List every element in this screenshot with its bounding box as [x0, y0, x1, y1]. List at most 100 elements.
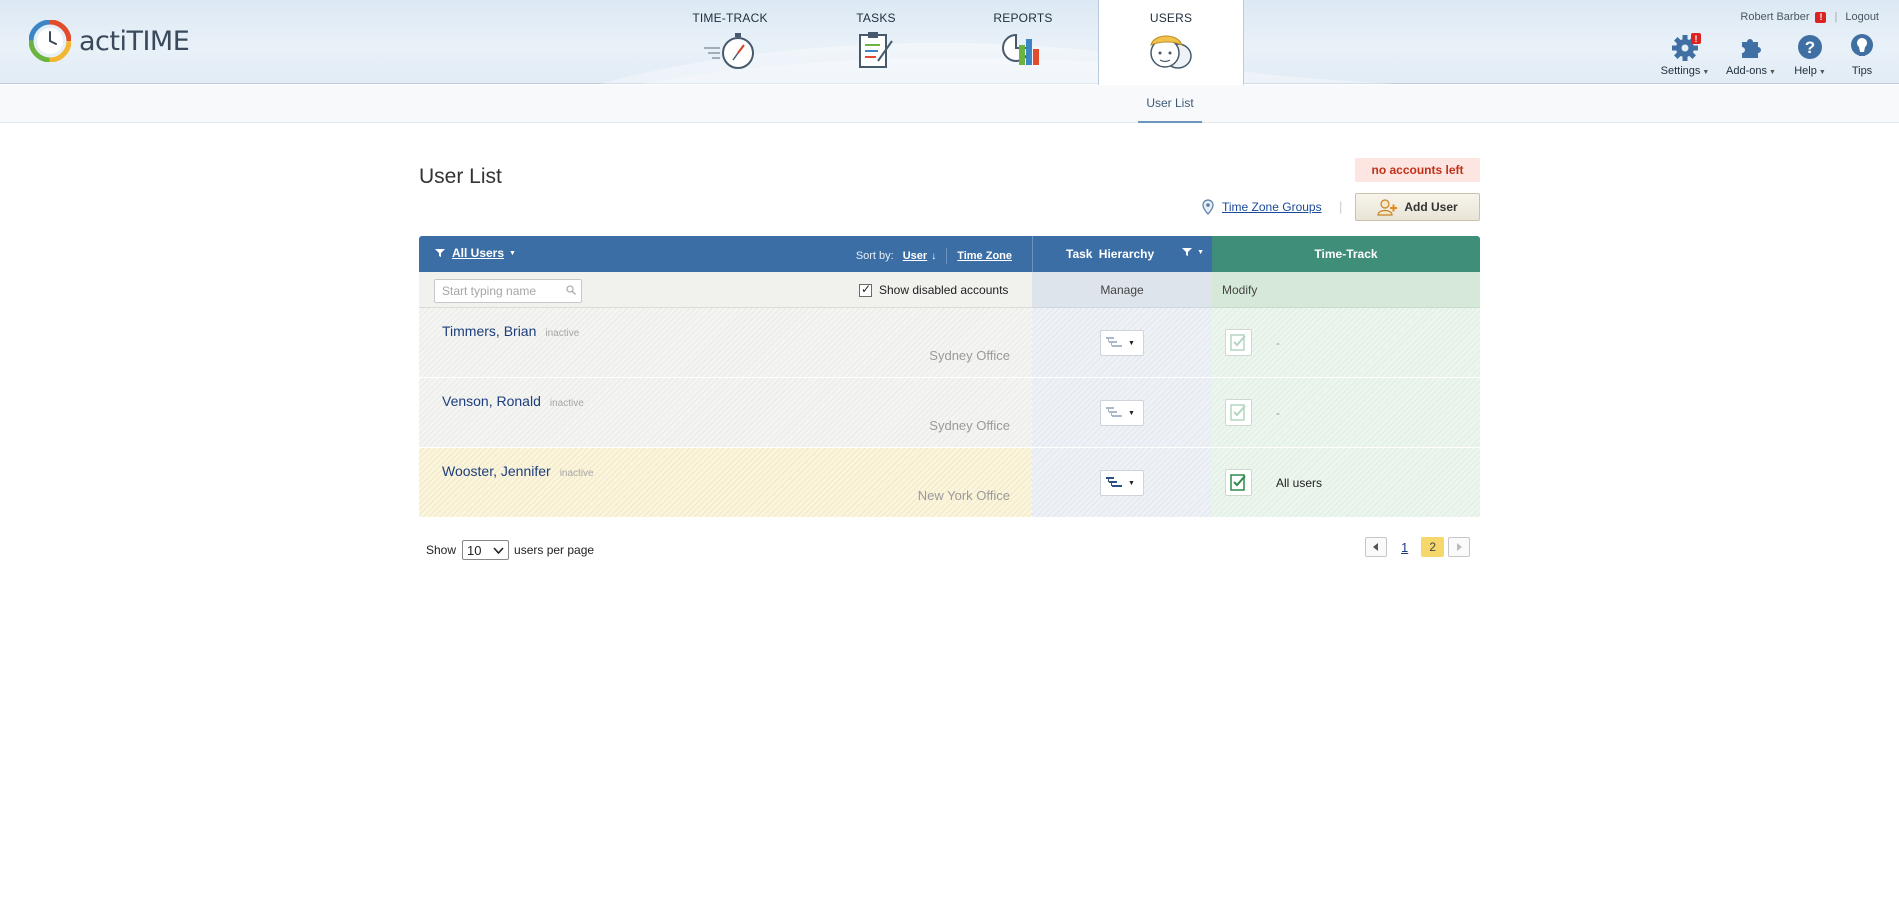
user-status: inactive	[559, 468, 594, 479]
subnav-user-list[interactable]: User List	[1138, 85, 1202, 123]
page-link[interactable]: 1	[1401, 540, 1408, 555]
addons-caret-icon: ▼	[1769, 69, 1776, 76]
sort-controls: Sort by: User ↓ Time Zone	[856, 248, 1012, 264]
per-page-suffix: users per page	[514, 543, 595, 557]
task-hierarchy-filter[interactable]: ▼	[1182, 247, 1204, 257]
previous-page-button[interactable]	[1365, 537, 1387, 557]
show-disabled-label[interactable]: Show disabled accounts	[879, 283, 1008, 297]
time-track-cell: All users	[1212, 448, 1480, 518]
task-hierarchy-header: Task Hierarchy ▼	[1032, 236, 1212, 272]
app-name: actiTIME	[79, 25, 190, 57]
actitime-logo[interactable]: actiTIME	[29, 20, 190, 62]
time-track-permission-button[interactable]	[1225, 329, 1252, 356]
tab-tasks[interactable]: TASKS	[826, 0, 926, 84]
filter-icon	[435, 249, 445, 257]
time-track-permission-button[interactable]	[1225, 399, 1252, 426]
per-page-select[interactable]: 10	[462, 540, 510, 560]
no-accounts-badge: no accounts left	[1355, 158, 1480, 182]
chevron-down-icon	[493, 546, 504, 554]
tips-button[interactable]: Tips	[1840, 32, 1884, 77]
modify-subheader: Modify	[1212, 272, 1480, 308]
show-disabled-checkbox[interactable]	[859, 282, 872, 297]
all-users-filter[interactable]: All Users ▼	[435, 246, 516, 260]
help-icon: ?	[1788, 32, 1832, 62]
chart-icon	[1002, 33, 1039, 65]
task-hierarchy-dropdown[interactable]: ▼	[1100, 330, 1144, 356]
logout-link[interactable]: Logout	[1845, 11, 1879, 23]
time-track-header: Time-Track	[1212, 236, 1480, 272]
manage-subheader: Manage	[1032, 272, 1212, 308]
all-users-caret-icon: ▼	[509, 249, 516, 257]
task-hierarchy-title: Task Hierarchy	[1066, 247, 1155, 261]
sort-descending-icon: ↓	[931, 250, 937, 262]
sort-by-label: Sort by:	[855, 250, 894, 262]
task-filter-caret-icon: ▼	[1197, 248, 1204, 256]
checklist-icon	[1230, 474, 1246, 491]
next-page-button[interactable]	[1448, 537, 1471, 557]
hierarchy-caret-icon: ▼	[1128, 339, 1135, 347]
toolbar-divider: |	[1339, 199, 1343, 214]
user-name-link[interactable]: Timmers, Brian inactive	[442, 323, 579, 339]
add-user-label: Add User	[1404, 200, 1458, 214]
user-status: inactive	[545, 328, 580, 339]
checklist-icon	[1230, 334, 1246, 351]
addons-menu[interactable]: Add-ons ▼	[1721, 32, 1781, 77]
current-page: 2	[1421, 537, 1445, 557]
settings-alert-badge: !	[1695, 34, 1698, 44]
account-area: Robert Barber ! | Logout	[1740, 11, 1879, 23]
add-user-icon	[1377, 199, 1398, 216]
user-search-input[interactable]	[435, 280, 560, 302]
user-cell: Wooster, Jennifer inactive New York Offic…	[419, 448, 1032, 518]
hierarchy-caret-icon: ▼	[1128, 409, 1135, 417]
settings-label: Settings	[1660, 65, 1701, 77]
page-title: User List	[419, 165, 502, 188]
time-track-cell: -	[1212, 308, 1480, 378]
help-caret-icon: ▼	[1818, 69, 1826, 76]
time-track-scope: All users	[1276, 476, 1323, 490]
per-page-control: Show 10 users per page	[426, 540, 594, 560]
time-track-permission-button[interactable]	[1225, 469, 1252, 496]
hierarchy-icon	[1106, 337, 1122, 347]
user-time-zone: New York Office	[917, 488, 1010, 503]
time-track-cell: -	[1212, 378, 1480, 448]
task-hierarchy-dropdown[interactable]: ▼	[1100, 400, 1144, 426]
clipboard-icon	[859, 32, 893, 68]
task-hierarchy-cell: ▼	[1032, 308, 1212, 378]
location-pin-icon	[1202, 199, 1214, 215]
tab-time-track[interactable]: TIME-TRACK	[680, 0, 780, 84]
settings-menu[interactable]: ! Settings ▼	[1657, 32, 1713, 77]
time-zone-groups: Time Zone Groups	[1202, 199, 1322, 215]
users-column-header: All Users ▼ Sort by: User ↓ Time Zone	[419, 236, 1032, 272]
user-search-box[interactable]	[434, 279, 582, 303]
add-user-button[interactable]: Add User	[1355, 193, 1480, 221]
top-header: actiTIME TIME-TRACK TASKS REPORTS USERS …	[0, 0, 1899, 85]
help-menu[interactable]: ? Help ▼	[1788, 32, 1832, 77]
user-time-zone: Sydney Office	[929, 348, 1010, 363]
search-icon	[566, 285, 576, 295]
user-name-link[interactable]: Venson, Ronald inactive	[442, 393, 584, 409]
triangle-right-icon	[1457, 543, 1463, 551]
task-hierarchy-cell: ▼	[1032, 448, 1212, 518]
all-users-label: All Users	[452, 246, 505, 260]
pagination: 1 2	[1365, 537, 1471, 557]
task-hierarchy-dropdown[interactable]: ▼	[1100, 470, 1144, 496]
hierarchy-caret-icon: ▼	[1128, 479, 1135, 487]
time-track-scope: -	[1276, 406, 1280, 420]
tab-time-track-label: TIME-TRACK	[692, 11, 768, 25]
settings-caret-icon: ▼	[1702, 69, 1710, 76]
current-user-name[interactable]: Robert Barber	[1740, 11, 1809, 23]
users-icon	[1150, 35, 1192, 69]
user-cell: Venson, Ronald inactive Sydney Office	[419, 378, 1032, 448]
time-zone-groups-link[interactable]: Time Zone Groups	[1222, 200, 1322, 214]
task-hierarchy-cell: ▼	[1032, 378, 1212, 448]
account-alert-icon[interactable]: !	[1815, 11, 1827, 23]
tab-reports[interactable]: REPORTS	[973, 0, 1073, 84]
users-toolbar: Show disabled accounts	[419, 272, 1032, 308]
sort-by-user[interactable]: User	[903, 250, 927, 262]
lightbulb-icon	[1840, 32, 1884, 62]
user-name-link[interactable]: Wooster, Jennifer inactive	[442, 463, 594, 479]
filter-icon	[1182, 248, 1193, 256]
tab-users[interactable]: USERS	[1098, 0, 1244, 85]
sort-by-time-zone[interactable]: Time Zone	[957, 250, 1012, 262]
user-status: inactive	[549, 398, 584, 409]
